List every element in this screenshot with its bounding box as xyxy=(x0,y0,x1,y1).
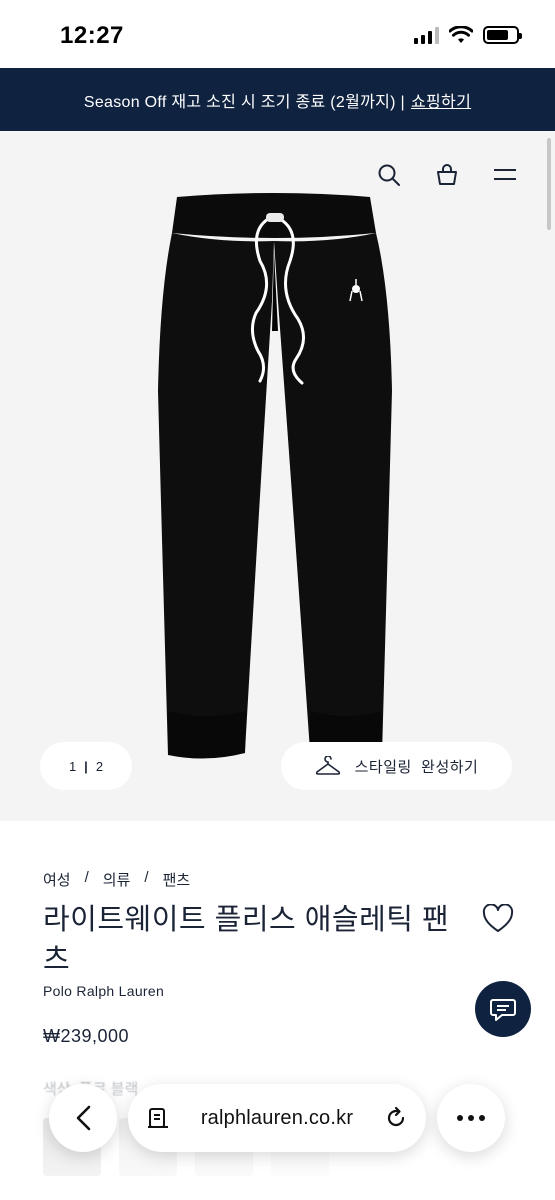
browser-back-button[interactable] xyxy=(49,1084,117,1152)
chat-button[interactable] xyxy=(475,981,531,1037)
product-title: 라이트웨이트 플리스 애슬레틱 팬츠 xyxy=(43,904,450,976)
product-image xyxy=(158,193,392,759)
breadcrumb-clothing[interactable]: 의류 xyxy=(103,869,131,890)
promo-shop-link[interactable]: 쇼핑하기 xyxy=(411,88,471,112)
chevron-left-icon xyxy=(76,1105,91,1131)
breadcrumb-separator: / xyxy=(84,869,89,886)
more-dot xyxy=(468,1115,474,1121)
status-time: 12:27 xyxy=(60,22,124,49)
menu-icon[interactable] xyxy=(493,163,517,187)
cellular-signal-icon xyxy=(414,26,439,44)
pager-separator: | xyxy=(84,758,88,774)
complete-styling-label: 스타일링 완성하기 xyxy=(354,758,479,776)
breadcrumb-separator: / xyxy=(144,869,149,886)
reload-icon[interactable] xyxy=(384,1106,408,1130)
page-scrollbar[interactable] xyxy=(547,138,551,230)
header-actions xyxy=(377,163,517,187)
chat-bubble-icon xyxy=(490,999,516,1021)
complete-styling-button[interactable]: 스타일링 완성하기 xyxy=(281,742,512,790)
reader-icon[interactable] xyxy=(146,1106,170,1130)
breadcrumb-pants[interactable]: 팬츠 xyxy=(163,869,191,890)
promo-banner: Season Off 재고 소진 시 조기 종료 (2월까지) | 쇼핑하기 xyxy=(0,68,555,131)
browser-more-button[interactable] xyxy=(437,1084,505,1152)
pager-current: 1 xyxy=(68,758,77,774)
heart-icon[interactable] xyxy=(482,904,514,934)
product-image-gallery[interactable]: 1 | 2 스타일링 완성하기 xyxy=(0,131,555,821)
image-pager[interactable]: 1 | 2 xyxy=(40,742,132,790)
shopping-bag-icon[interactable] xyxy=(435,163,459,187)
browser-url: ralphlauren.co.kr xyxy=(200,1106,354,1129)
more-dot xyxy=(457,1115,463,1121)
promo-text: Season Off 재고 소진 시 조기 종료 (2월까지) | xyxy=(83,93,406,111)
more-dot xyxy=(479,1115,485,1121)
pager-total: 2 xyxy=(95,758,104,774)
breadcrumb-women[interactable]: 여성 xyxy=(43,869,71,890)
browser-address-bar[interactable]: ralphlauren.co.kr xyxy=(128,1084,426,1152)
search-icon[interactable] xyxy=(377,163,401,187)
wifi-icon xyxy=(449,26,473,43)
product-price: ₩239,000 xyxy=(43,1026,130,1046)
status-bar: 12:27 xyxy=(0,0,555,68)
breadcrumb: 여성 / 의류 / 팬츠 xyxy=(43,869,190,890)
status-icons xyxy=(414,26,522,44)
battery-icon xyxy=(483,26,522,44)
hanger-icon xyxy=(315,756,340,775)
product-brand: Polo Ralph Lauren xyxy=(43,983,165,999)
